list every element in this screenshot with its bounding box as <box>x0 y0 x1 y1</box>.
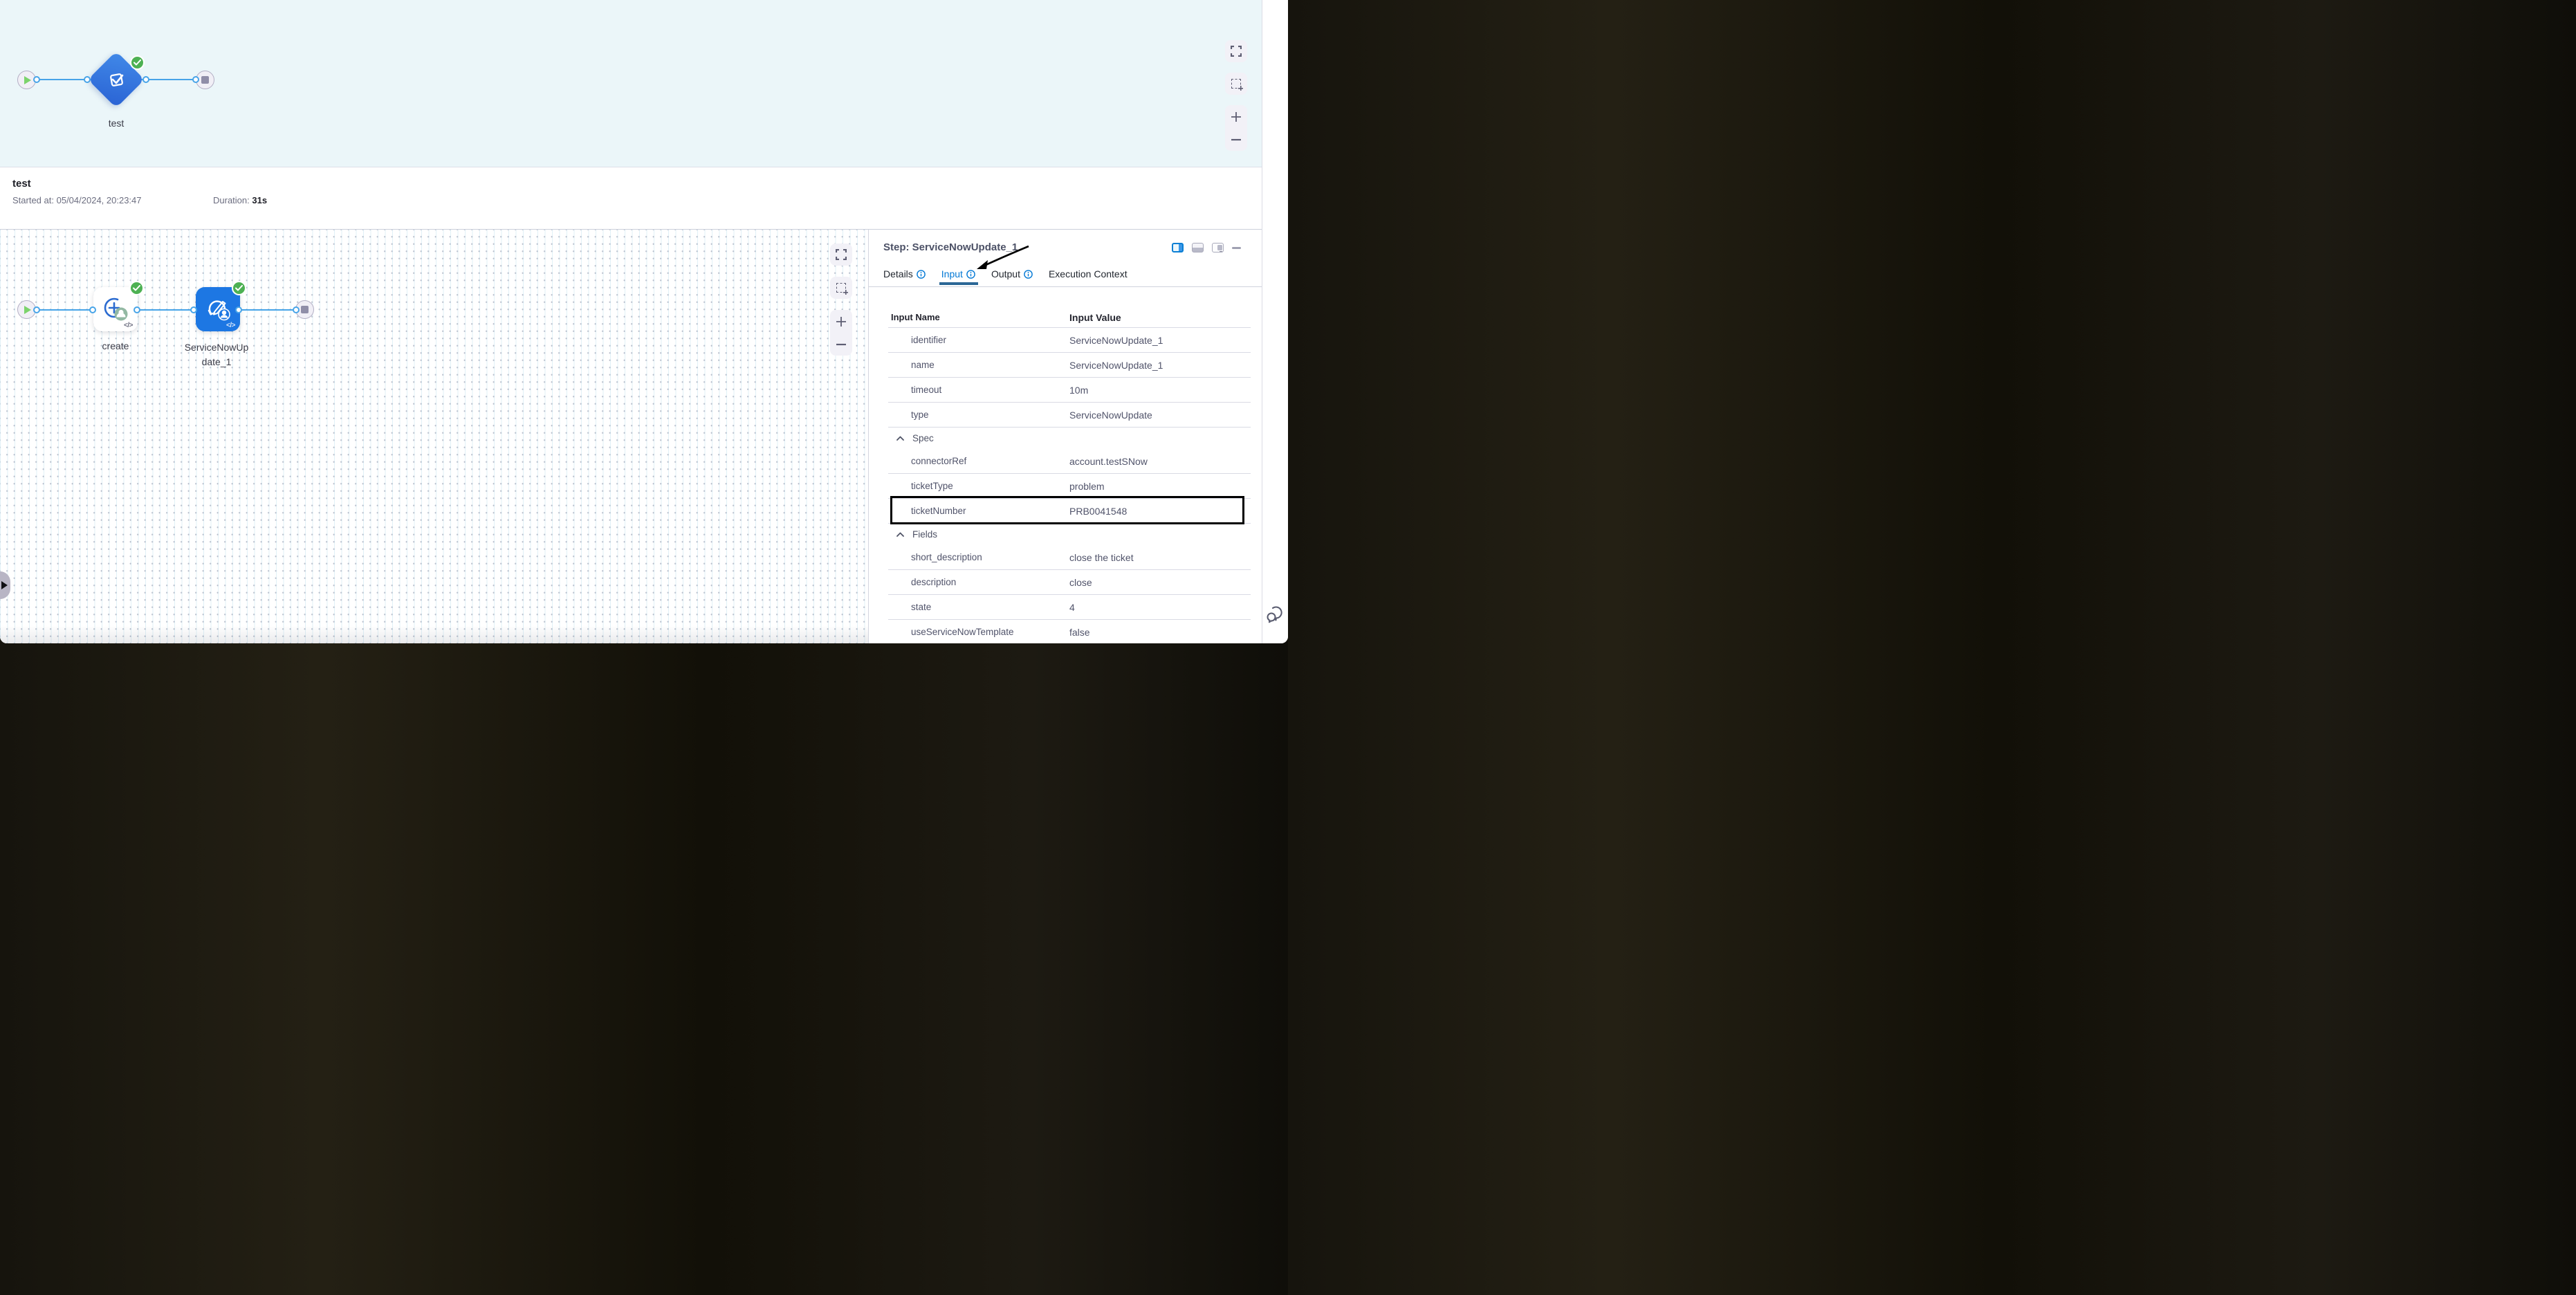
stage-success-icon <box>130 55 145 70</box>
table-row: description close <box>888 570 1251 595</box>
table-row-ticketnumber: ticketNumber PRB0041548 <box>888 499 1251 524</box>
select-region-button[interactable] <box>830 277 852 299</box>
table-header-row: Input Name Input Value <box>888 307 1251 328</box>
active-tab-underline <box>939 282 978 285</box>
fullscreen-button[interactable] <box>830 244 852 266</box>
yaml-code-icon: </> <box>124 322 133 329</box>
section-row-spec[interactable]: Spec <box>888 428 1251 449</box>
step-success-icon <box>129 281 144 295</box>
input-value-header: Input Value <box>1069 312 1251 323</box>
yaml-code-icon: </> <box>226 322 235 329</box>
stage-label: test <box>82 118 151 129</box>
edge-port <box>142 76 149 83</box>
right-rail <box>1262 0 1288 643</box>
panel-step-title: Step: ServiceNowUpdate_1 <box>883 241 1018 253</box>
layout-bottom-panel-icon[interactable] <box>1192 243 1204 252</box>
info-icon[interactable] <box>966 270 975 279</box>
zoom-out-button[interactable] <box>830 333 852 356</box>
execution-header: test Started at: 05/04/2024, 20:23:47 Du… <box>0 167 1262 230</box>
play-icon <box>24 76 31 84</box>
step-label-servicenowupdate: ServiceNowUpdate_1 <box>182 340 251 369</box>
servicenow-update-icon <box>204 295 232 323</box>
table-row: ticketType problem <box>888 474 1251 499</box>
servicenow-create-icon <box>102 296 129 322</box>
play-icon <box>24 306 31 314</box>
step-edge <box>36 309 306 311</box>
marquee-icon <box>836 283 846 293</box>
started-value: 05/04/2024, 20:23:47 <box>57 195 142 205</box>
table-row: timeout 10m <box>888 378 1251 403</box>
section-row-fields[interactable]: Fields <box>888 524 1251 545</box>
minus-icon <box>1231 138 1242 141</box>
started-at: Started at: 05/04/2024, 20:23:47 <box>12 195 142 205</box>
panel-tabs: Details Input Output <box>883 268 1128 279</box>
edge-port <box>134 306 140 313</box>
minus-icon <box>836 343 847 346</box>
chat-bubbles-icon <box>1266 605 1285 623</box>
duration-value: 31s <box>252 195 267 205</box>
info-icon[interactable] <box>1024 270 1033 279</box>
help-chat-button[interactable] <box>1264 603 1285 624</box>
plus-icon <box>836 316 847 327</box>
fullscreen-icon <box>1231 46 1242 57</box>
input-name-header: Input Name <box>888 312 1069 322</box>
layout-right-panel-icon[interactable] <box>1172 243 1184 252</box>
edge-port <box>89 306 96 313</box>
collapse-chevron-icon[interactable] <box>896 532 904 537</box>
edge-port <box>235 306 242 313</box>
edge-port <box>84 76 91 83</box>
edge-port <box>33 76 40 83</box>
approval-stage-icon <box>106 69 127 90</box>
app-window: test test Started at: 05/04/2024, 20:23:… <box>0 0 1288 643</box>
zoom-in-button[interactable] <box>830 310 852 333</box>
duration-label: Duration: <box>213 195 250 205</box>
fullscreen-button[interactable] <box>1225 40 1247 62</box>
select-region-button[interactable] <box>1225 73 1247 95</box>
stage-canvas[interactable]: test <box>0 0 1262 167</box>
tab-details[interactable]: Details <box>883 268 926 279</box>
table-row: state 4 <box>888 595 1251 620</box>
stop-icon <box>301 306 309 313</box>
table-row: name ServiceNowUpdate_1 <box>888 353 1251 378</box>
table-row: type ServiceNowUpdate <box>888 403 1251 428</box>
collapse-chevron-icon[interactable] <box>896 436 904 441</box>
execution-title: test <box>12 178 31 190</box>
edge-port <box>293 306 300 313</box>
left-panel-toggle[interactable] <box>0 571 10 599</box>
table-row: useServiceNowTemplate false <box>888 620 1251 643</box>
fullscreen-icon <box>836 249 847 260</box>
input-table: Input Name Input Value identifier Servic… <box>888 307 1251 643</box>
zoom-controls <box>830 310 852 356</box>
edge-port <box>33 306 40 313</box>
plus-icon <box>1231 111 1242 122</box>
layout-floating-panel-icon[interactable] <box>1212 243 1224 252</box>
tab-input[interactable]: Input <box>941 268 975 279</box>
step-node-create[interactable]: </> <box>93 287 138 331</box>
zoom-out-button[interactable] <box>1225 128 1247 151</box>
tab-execution-context[interactable]: Execution Context <box>1049 268 1128 279</box>
table-row: identifier ServiceNowUpdate_1 <box>888 328 1251 353</box>
duration: Duration: 31s <box>213 195 267 205</box>
step-canvas[interactable]: </> </> create S <box>0 230 868 643</box>
info-icon[interactable] <box>917 270 926 279</box>
step-label-create: create <box>81 340 150 351</box>
stop-icon <box>201 76 209 84</box>
table-row: connectorRef account.testSNow <box>888 449 1251 474</box>
panel-layout-toggles <box>1172 243 1241 252</box>
step-node-servicenowupdate[interactable]: </> <box>196 287 240 331</box>
zoom-controls <box>1225 105 1247 151</box>
zoom-in-button[interactable] <box>1225 105 1247 128</box>
panel-divider <box>869 286 1262 287</box>
expand-arrow-icon <box>1 581 8 589</box>
edge-port <box>192 76 199 83</box>
step-success-icon <box>232 281 246 295</box>
table-row: short_description close the ticket <box>888 545 1251 570</box>
minimize-panel-icon[interactable] <box>1232 247 1241 249</box>
tab-output[interactable]: Output <box>991 268 1033 279</box>
edge-port <box>190 306 197 313</box>
started-label: Started at: <box>12 195 54 205</box>
step-details-panel: Step: ServiceNowUpdate_1 Details Input <box>868 230 1262 643</box>
marquee-icon <box>1231 79 1241 89</box>
